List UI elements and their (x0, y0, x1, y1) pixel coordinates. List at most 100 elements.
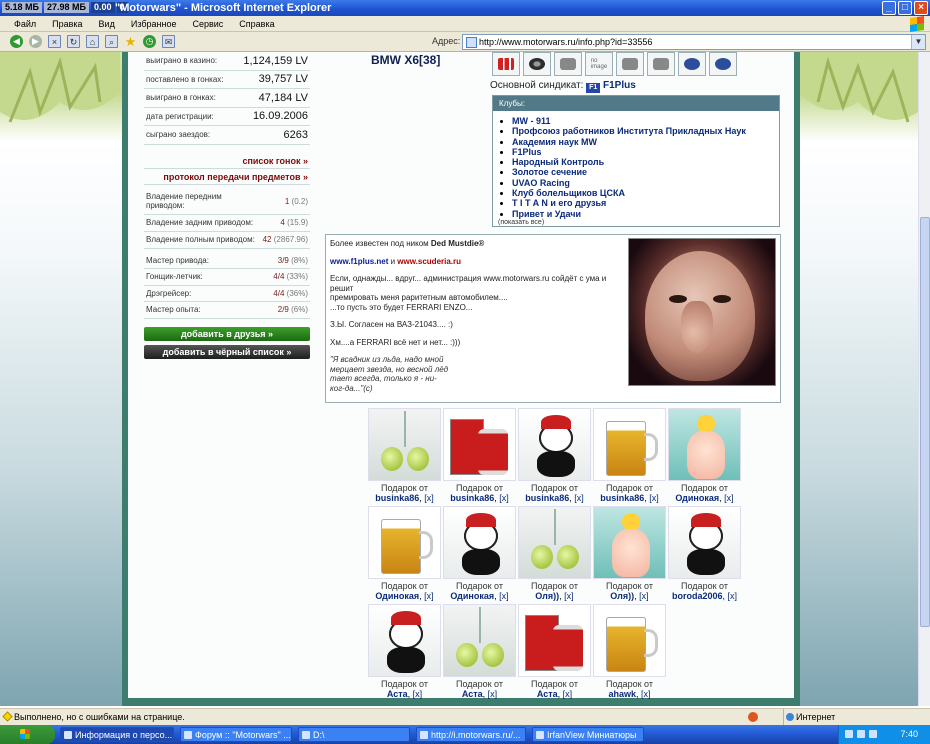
gift-caption: Подарок от (606, 581, 653, 591)
gift-sender-link[interactable]: businka86 (375, 493, 419, 503)
menu-tools[interactable]: Сервис (192, 16, 223, 32)
gift-sender-link[interactable]: businka86 (450, 493, 494, 503)
skill-detail: (33%) (286, 272, 308, 282)
menu-view[interactable]: Вид (99, 16, 115, 32)
tray-icon[interactable] (857, 730, 865, 738)
club-link[interactable]: MW - 911 (512, 116, 551, 126)
taskbar-button[interactable]: D:\ (298, 727, 410, 742)
vertical-scrollbar[interactable] (918, 52, 930, 706)
gift-remove-link[interactable]: [x] (424, 591, 434, 601)
skill-value: 4/4 (273, 288, 285, 298)
gift-sender-link[interactable]: Одинокая (675, 493, 719, 503)
grass-decoration-left (0, 52, 120, 123)
show-all-clubs-link[interactable]: (показать все) (493, 219, 779, 226)
list-item: F1Plus (512, 147, 779, 157)
gift-remove-link[interactable]: [x] (641, 689, 651, 699)
gift-remove-link[interactable]: [x] (424, 493, 434, 503)
transfer-log-link[interactable]: протокол передачи предметов » (144, 169, 310, 185)
gift-remove-link[interactable]: [x] (563, 689, 573, 699)
syndicate-link[interactable]: F1Plus (603, 80, 636, 91)
close-button[interactable]: × (914, 1, 928, 15)
club-link[interactable]: UVAO Racing (512, 178, 570, 188)
taskbar-button[interactable]: IrfanView Миниатюры (532, 727, 644, 742)
gift-sender-link[interactable]: businka86 (525, 493, 569, 503)
part-engine-icon[interactable] (709, 52, 737, 76)
club-link[interactable]: Привет и Удачи (512, 209, 581, 219)
gift-remove-link[interactable]: [x] (649, 493, 659, 503)
gift-sender-link[interactable]: Оля)) (610, 591, 634, 601)
gift-sender-link[interactable]: boroda2006 (672, 591, 723, 601)
gift-remove-link[interactable]: [x] (574, 493, 584, 503)
gift-remove-link[interactable]: [x] (413, 689, 423, 699)
menu-file[interactable]: Файл (14, 16, 36, 32)
syndicate-label: Основной синдикат: (490, 80, 584, 91)
gift-sender-link[interactable]: Оля)) (535, 591, 559, 601)
gift-caption: Подарок от (606, 679, 653, 689)
list-item: Академия наук MW (512, 137, 779, 147)
back-icon[interactable]: ◀ (10, 35, 23, 48)
forward-icon[interactable]: ▶ (29, 35, 42, 48)
part-brake-icon[interactable] (678, 52, 706, 76)
search-icon[interactable]: ⌕ (105, 35, 118, 48)
scrollbar-thumb[interactable] (920, 217, 930, 627)
stop-icon[interactable]: × (48, 35, 61, 48)
gift-sender: Аста, [x] (386, 689, 423, 699)
gift-sender-link[interactable]: businka86 (600, 493, 644, 503)
gift-remove-link[interactable]: [x] (724, 493, 734, 503)
gift-remove-link[interactable]: [x] (639, 591, 649, 601)
gift-remove-link[interactable]: [x] (488, 689, 498, 699)
history-icon[interactable]: ◷ (143, 35, 156, 48)
gift-sender-link[interactable]: Одинокая (450, 591, 494, 601)
restore-button[interactable]: □ (898, 1, 912, 15)
taskbar-button[interactable]: Информация о персо... (60, 727, 174, 742)
part-turbo-icon[interactable] (647, 52, 675, 76)
error-warning-icon[interactable] (2, 711, 13, 722)
gift-sender-link[interactable]: Аста (387, 689, 408, 699)
f1plus-link[interactable]: www.f1plus.net (330, 257, 388, 266)
part-tire-icon[interactable] (523, 52, 551, 76)
scuderia-link[interactable]: www.scuderia.ru (397, 257, 461, 266)
tray-icon[interactable] (869, 730, 877, 738)
address-dropdown-icon[interactable]: ▼ (911, 35, 925, 49)
club-link[interactable]: Профсоюз работников Института Прикладных… (512, 126, 746, 136)
minimize-button[interactable]: _ (882, 1, 896, 15)
tray-icon[interactable] (845, 730, 853, 738)
gift-sender: Оля)), [x] (610, 591, 649, 601)
taskbar-button[interactable]: Форум :: "Motorwars" ... (180, 727, 292, 742)
gift-remove-link[interactable]: [x] (564, 591, 574, 601)
address-bar[interactable]: http://www.motorwars.ru/info.php?id=3355… (462, 34, 926, 50)
menu-help[interactable]: Справка (239, 16, 274, 32)
club-link[interactable]: F1Plus (512, 147, 542, 157)
menu-favorites[interactable]: Избранное (131, 16, 177, 32)
gift-item: Подарок от Оля)), [x] (517, 506, 592, 601)
refresh-icon[interactable]: ↻ (67, 35, 80, 48)
part-shock-absorber-icon[interactable] (492, 52, 520, 76)
part-muffler-icon[interactable] (616, 52, 644, 76)
taskbar-button[interactable]: http://i.motorwars.ru/... (416, 727, 526, 742)
club-link[interactable]: Золотое сечение (512, 167, 587, 177)
menu-edit[interactable]: Правка (52, 16, 82, 32)
gift-remove-link[interactable]: [x] (499, 493, 509, 503)
gift-sender-link[interactable]: Аста (537, 689, 558, 699)
club-link[interactable]: Народный Контроль (512, 157, 604, 167)
gift-sender-link[interactable]: ahawk (608, 689, 636, 699)
club-link[interactable]: Клуб болельщиков ЦСКА (512, 188, 625, 198)
races-list-link[interactable]: список гонок » (144, 153, 310, 169)
part-no-image-icon[interactable]: no image (585, 52, 613, 76)
address-url[interactable]: http://www.motorwars.ru/info.php?id=3355… (479, 37, 652, 47)
gift-remove-link[interactable]: [x] (499, 591, 509, 601)
popup-blocked-icon[interactable] (748, 712, 758, 722)
favorites-icon[interactable]: ★ (124, 35, 137, 48)
part-exhaust-icon[interactable] (554, 52, 582, 76)
mail-icon[interactable]: ✉ (162, 35, 175, 48)
gift-sender-link[interactable]: Аста (462, 689, 483, 699)
start-button[interactable] (0, 725, 55, 744)
club-link[interactable]: Академия наук MW (512, 137, 597, 147)
add-friend-button[interactable]: добавить в друзья » (144, 326, 310, 341)
club-link[interactable]: T I T A N и его друзья (512, 198, 606, 208)
stat-row: выиграно в казино: 1,124,159 LV (144, 52, 310, 71)
gift-remove-link[interactable]: [x] (728, 591, 738, 601)
home-icon[interactable]: ⌂ (86, 35, 99, 48)
gift-sender-link[interactable]: Одинокая (375, 591, 419, 601)
add-blacklist-button[interactable]: добавить в чёрный список » (144, 344, 310, 359)
